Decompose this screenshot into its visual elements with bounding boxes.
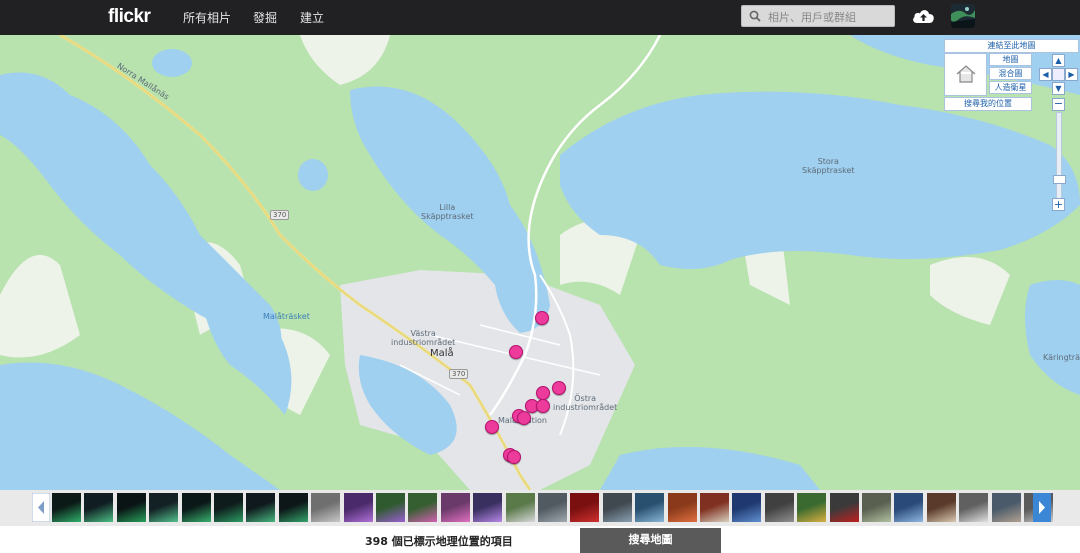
photo-thumbnail[interactable] [116, 493, 146, 522]
photo-thumbnail[interactable] [84, 493, 114, 522]
geotagged-count: 398 個已標示地理位置的項目 [365, 535, 513, 548]
flickr-logo[interactable]: flickr [108, 6, 151, 28]
photo-thumbnail[interactable] [278, 493, 308, 522]
photo-thumbnail[interactable] [214, 493, 243, 522]
nav-explore[interactable]: 發掘 [253, 9, 277, 26]
photo-thumbnail[interactable] [959, 493, 989, 522]
map-photo-pin[interactable] [509, 345, 523, 359]
chevron-down-icon: ▼ [1055, 84, 1062, 93]
lake-label-karing: Käringträsk [1043, 353, 1080, 362]
find-my-location-button[interactable]: 搜尋我的位置 [944, 97, 1032, 111]
photo-thumbnail[interactable] [700, 493, 729, 522]
photo-thumbnail[interactable] [376, 493, 405, 522]
zoom-in-button[interactable]: − [1052, 98, 1065, 111]
lake-label-lilla-sub: Skäpptrasket [421, 212, 474, 221]
area-label-ostra-1: Östra [574, 394, 597, 403]
link-to-map-button[interactable]: 連結至此地圖 [944, 39, 1079, 53]
lake-label-malatrasket: Malåträsket [263, 312, 310, 321]
road-sign-370-town: 370 [449, 369, 469, 379]
search-input[interactable] [766, 7, 895, 27]
avatar[interactable] [951, 4, 975, 28]
area-label-ostra-2: industriområdet [553, 403, 618, 412]
map-photo-pin[interactable] [552, 381, 566, 395]
chevron-right-icon: ▶ [1068, 70, 1075, 79]
home-icon [956, 65, 975, 83]
map-photo-pin[interactable] [536, 399, 550, 413]
nav-all-photos[interactable]: 所有相片 [183, 9, 231, 26]
filmstrip-next-button[interactable] [1033, 493, 1051, 522]
photo-thumbnail[interactable] [570, 493, 600, 522]
photo-thumbnail[interactable] [602, 493, 632, 522]
lake-label-lilla: Lilla Skäpptrasket [421, 203, 474, 221]
filmstrip-prev-button[interactable] [32, 493, 50, 522]
lake-label-lilla-name: Lilla [439, 203, 456, 212]
photo-thumbnail[interactable] [181, 493, 211, 522]
photo-thumbnail[interactable] [894, 493, 924, 522]
pan-center-button[interactable] [1052, 68, 1065, 81]
photo-thumbnail[interactable] [926, 493, 956, 522]
map-photo-pin[interactable] [517, 411, 531, 425]
photo-thumbnail[interactable] [149, 493, 179, 522]
top-bar: flickr 所有相片 發掘 建立 [0, 0, 1080, 35]
map-photo-pin[interactable] [536, 386, 550, 400]
chevron-up-icon: ▲ [1055, 56, 1062, 65]
pan-up-button[interactable]: ▲ [1052, 54, 1065, 67]
area-label-vastra: Västra industriområdet [391, 329, 455, 347]
photo-thumbnail[interactable] [829, 493, 859, 522]
map-photo-pin[interactable] [507, 450, 521, 464]
photo-thumbnail[interactable] [473, 493, 503, 522]
search-box[interactable] [741, 5, 895, 27]
photo-thumbnail[interactable] [52, 493, 81, 522]
map-photo-pin[interactable] [535, 311, 549, 325]
search-map-button[interactable]: 搜尋地圖 [580, 528, 721, 553]
home-button[interactable] [944, 53, 987, 96]
zoom-slider-track[interactable] [1056, 112, 1062, 199]
photo-thumbnail[interactable] [764, 493, 794, 522]
road-sign-370-north: 370 [270, 210, 290, 220]
town-label: Malå [430, 348, 454, 359]
satellite-type-button[interactable]: 人造衛星 [989, 81, 1032, 94]
photo-thumbnail[interactable] [732, 493, 762, 522]
pan-left-button[interactable]: ◀ [1039, 68, 1052, 81]
area-label-vastra-2: industriområdet [391, 338, 456, 347]
lake-label-stora-name: Stora [817, 157, 839, 166]
map-photo-pin[interactable] [485, 420, 499, 434]
chevron-left-icon: ◀ [1042, 70, 1049, 79]
cloud-upload-icon[interactable] [912, 7, 935, 24]
lake-label-stora-sub: Skäpptrasket [802, 166, 855, 175]
map-view[interactable]: Norra Mallånäs Lilla Skäpptrasket Stora … [0, 35, 1080, 490]
photo-thumbnail[interactable] [797, 493, 827, 522]
area-label-vastra-1: Västra [410, 329, 436, 338]
pan-right-button[interactable]: ▶ [1065, 68, 1078, 81]
plus-icon: + [1053, 198, 1064, 211]
photo-thumbnail[interactable] [862, 493, 891, 522]
area-label-ostra: Östra industriområdet [553, 394, 617, 412]
bottom-panel [0, 526, 1080, 553]
photo-thumbnail[interactable] [343, 493, 373, 522]
map-type-button[interactable]: 地圖 [989, 53, 1032, 66]
photo-thumbnail[interactable] [440, 493, 470, 522]
photo-thumbnail[interactable] [667, 493, 697, 522]
photo-filmstrip [0, 490, 1080, 526]
photo-thumbnail[interactable] [635, 493, 665, 522]
pan-down-button[interactable]: ▼ [1052, 82, 1065, 95]
photo-thumbnail[interactable] [408, 493, 438, 522]
zoom-out-button[interactable]: + [1052, 198, 1065, 211]
photo-thumbnail[interactable] [991, 493, 1021, 522]
photo-thumbnail[interactable] [246, 493, 276, 522]
nav-create[interactable]: 建立 [300, 9, 324, 26]
photo-thumbnail[interactable] [505, 493, 535, 522]
lake-label-stora: Stora Skäpptrasket [802, 157, 855, 175]
minus-icon: − [1053, 97, 1064, 110]
photo-thumbnail[interactable] [538, 493, 567, 522]
hybrid-type-button[interactable]: 混合圖 [989, 67, 1032, 80]
photo-thumbnail[interactable] [311, 493, 341, 522]
zoom-slider-handle[interactable] [1053, 175, 1066, 184]
search-icon [749, 10, 761, 22]
